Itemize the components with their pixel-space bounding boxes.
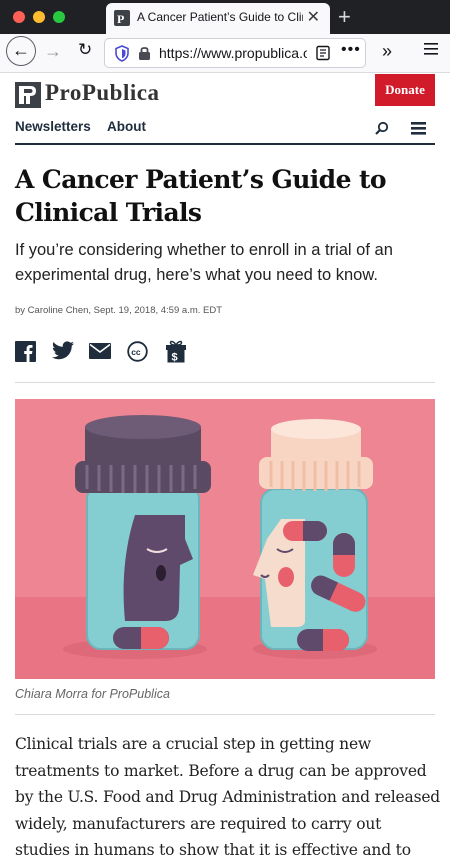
reload-button[interactable]: ↻ bbox=[78, 40, 92, 60]
site-nav: Newsletters About bbox=[15, 119, 159, 134]
svg-text:P: P bbox=[117, 12, 124, 26]
hamburger-menu-icon[interactable] bbox=[411, 122, 426, 140]
article-byline: by Caroline Chen, Sept. 19, 2018, 4:59 a… bbox=[15, 305, 223, 316]
twitter-icon[interactable] bbox=[52, 341, 74, 365]
propublica-favicon-icon: P bbox=[114, 10, 130, 26]
facebook-icon[interactable] bbox=[15, 341, 36, 367]
forward-button[interactable]: → bbox=[44, 41, 62, 62]
search-icon[interactable] bbox=[375, 121, 389, 140]
lock-icon[interactable] bbox=[138, 45, 151, 66]
share-divider bbox=[15, 382, 435, 383]
svg-text:$: $ bbox=[172, 352, 178, 364]
back-button[interactable]: ← bbox=[6, 36, 36, 66]
creative-commons-icon[interactable]: cc bbox=[127, 341, 148, 367]
nav-link-newsletters[interactable]: Newsletters bbox=[15, 119, 91, 134]
svg-text:cc: cc bbox=[131, 347, 141, 357]
credit-divider bbox=[15, 714, 435, 715]
header-divider bbox=[15, 143, 435, 145]
browser-tab[interactable]: P A Cancer Patient’s Guide to Clinical T… bbox=[106, 3, 330, 34]
close-window-button[interactable] bbox=[13, 11, 25, 23]
site-logo-text[interactable]: ProPublica bbox=[45, 80, 159, 106]
reader-view-icon[interactable] bbox=[315, 45, 331, 66]
article-headline: A Cancer Patient’s Guide to Clinical Tri… bbox=[15, 165, 387, 227]
zoom-window-button[interactable] bbox=[53, 11, 65, 23]
gift-icon[interactable]: $ bbox=[165, 340, 187, 368]
nav-link-about[interactable]: About bbox=[107, 119, 146, 134]
browser-toolbar: ← → ↻ https://www.propublica.org ••• » bbox=[0, 34, 450, 73]
propublica-logo-icon[interactable] bbox=[15, 82, 41, 113]
email-icon[interactable] bbox=[89, 343, 111, 364]
article-illustration bbox=[15, 399, 435, 679]
page-actions-button[interactable]: ••• bbox=[341, 41, 361, 59]
image-credit: Chiara Morra for ProPublica bbox=[15, 687, 170, 701]
overflow-menu-button[interactable]: » bbox=[382, 41, 392, 62]
tab-close-icon[interactable]: ✕ bbox=[307, 9, 320, 27]
minimize-window-button[interactable] bbox=[33, 11, 45, 23]
new-tab-button[interactable]: + bbox=[338, 4, 351, 30]
tab-title: A Cancer Patient’s Guide to Clinical Tri… bbox=[137, 10, 303, 24]
app-menu-icon[interactable] bbox=[424, 42, 438, 61]
tracking-shield-icon[interactable] bbox=[114, 45, 130, 67]
url-bar[interactable]: https://www.propublica.org ••• bbox=[104, 38, 366, 68]
url-text[interactable]: https://www.propublica.org bbox=[159, 45, 307, 61]
browser-tab-bar: P A Cancer Patient’s Guide to Clinical T… bbox=[0, 0, 450, 34]
article-dek: If you’re considering whether to enroll … bbox=[15, 241, 393, 284]
donate-button[interactable]: Donate bbox=[375, 74, 435, 106]
